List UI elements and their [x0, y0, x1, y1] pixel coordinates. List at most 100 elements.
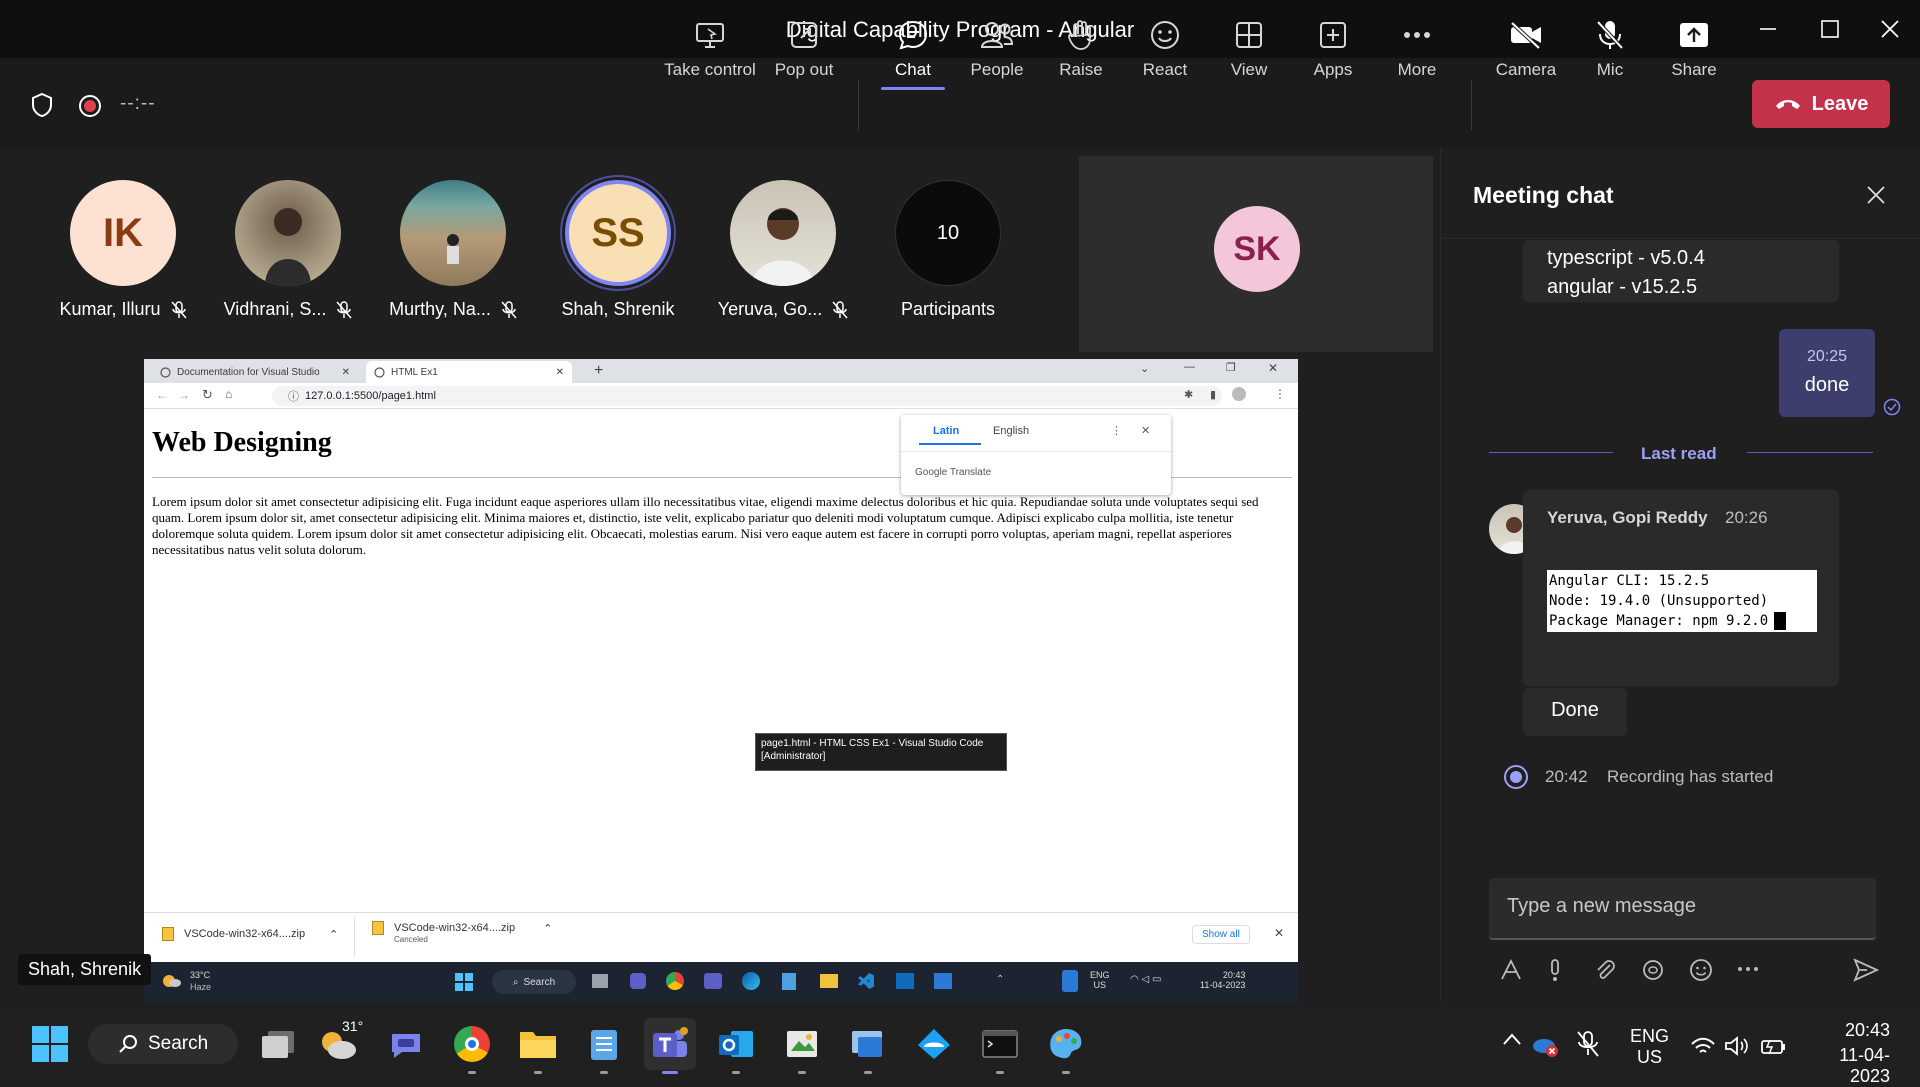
participant-tile[interactable]: Murthy, Na...: [378, 180, 528, 320]
close-tab-icon[interactable]: ✕: [342, 367, 350, 378]
chrome-icon[interactable]: [446, 1018, 498, 1074]
self-video-tile[interactable]: SK: [1079, 156, 1433, 352]
task-view-icon[interactable]: [592, 974, 608, 988]
translate-tab-english[interactable]: English: [993, 425, 1029, 437]
participant-tile[interactable]: Vidhrani, S...: [213, 180, 363, 320]
notepad-icon[interactable]: [782, 973, 796, 990]
chat-button[interactable]: Chat: [871, 16, 955, 90]
leave-button[interactable]: Leave: [1752, 80, 1890, 128]
emoji-icon[interactable]: [1689, 958, 1713, 982]
outlook-icon[interactable]: [896, 973, 914, 989]
participant-tile[interactable]: IK Kumar, Illuru: [48, 180, 198, 320]
volume-icon[interactable]: [1724, 1036, 1750, 1056]
windows-start-icon[interactable]: [455, 973, 473, 991]
priority-icon[interactable]: [1547, 958, 1563, 982]
chrome-icon[interactable]: [666, 972, 684, 990]
teams-chat-icon[interactable]: [630, 973, 646, 989]
edge-icon[interactable]: [742, 972, 760, 990]
close-tab-icon[interactable]: ✕: [556, 367, 564, 378]
message-input[interactable]: Type a new message: [1489, 878, 1876, 940]
take-control-button[interactable]: Take control: [664, 16, 756, 86]
notepad-icon[interactable]: [578, 1018, 630, 1074]
send-icon[interactable]: [1853, 958, 1879, 982]
people-button[interactable]: People: [955, 16, 1039, 86]
close-chat-icon[interactable]: [1867, 186, 1885, 204]
mic-tray-icon[interactable]: [1062, 970, 1078, 992]
browser-menu-icon[interactable]: ⋮: [1274, 387, 1286, 401]
outlook-icon[interactable]: [710, 1018, 762, 1074]
mic-button[interactable]: Mic: [1568, 16, 1652, 86]
taskbar-search[interactable]: ⌕ Search: [492, 970, 576, 994]
url-input[interactable]: ⓘ 127.0.0.1:5500/page1.html: [272, 386, 1222, 406]
task-view-icon[interactable]: [252, 1018, 304, 1070]
react-button[interactable]: React: [1123, 16, 1207, 86]
wifi-icon[interactable]: [1690, 1036, 1716, 1056]
remote-desktop-icon[interactable]: [842, 1018, 894, 1074]
teams-icon[interactable]: [704, 973, 722, 989]
participant-tile-speaking[interactable]: SS Shah, Shrenik: [543, 180, 693, 320]
language-indicator[interactable]: ENG US: [1630, 1026, 1669, 1068]
side-panel-icon[interactable]: ▮: [1210, 388, 1216, 401]
camera-button[interactable]: Camera: [1484, 16, 1568, 86]
language-indicator[interactable]: ENG US: [1090, 970, 1110, 990]
mic-muted-tray-icon[interactable]: [1576, 1030, 1600, 1058]
show-all-button[interactable]: Show all: [1192, 925, 1250, 944]
apps-button[interactable]: Apps: [1291, 16, 1375, 86]
download-item[interactable]: VSCode-win32-x64....zip ⌃ Canceled: [372, 921, 552, 944]
remote-app-icon[interactable]: [934, 973, 952, 989]
more-button[interactable]: More: [1375, 16, 1459, 86]
maximize-button[interactable]: [1810, 12, 1850, 46]
taskbar-search-box[interactable]: Search: [88, 1024, 238, 1064]
battery-icon[interactable]: [1760, 1036, 1788, 1056]
browser-close-icon[interactable]: ✕: [1268, 361, 1278, 375]
translate-tab-latin[interactable]: Latin: [933, 425, 959, 437]
forward-icon[interactable]: →: [178, 388, 190, 402]
share-button[interactable]: Share: [1652, 16, 1736, 86]
vscode-icon[interactable]: [858, 973, 874, 989]
chevron-up-icon[interactable]: ⌃: [543, 922, 552, 935]
chevron-up-icon[interactable]: ⌃: [329, 928, 338, 941]
browser-tab[interactable]: Documentation for Visual Studio ✕: [152, 361, 358, 383]
windows-start-button[interactable]: [24, 1018, 76, 1070]
close-window-button[interactable]: [1870, 12, 1910, 46]
reload-icon[interactable]: ↻: [202, 387, 213, 403]
show-hidden-icons[interactable]: [1502, 1032, 1522, 1046]
participants-count-tile[interactable]: 10 Participants: [873, 180, 1023, 320]
home-icon[interactable]: ⌂: [225, 387, 232, 401]
format-icon[interactable]: [1499, 958, 1523, 982]
photos-app-icon[interactable]: [776, 1018, 828, 1074]
browser-restore-icon[interactable]: ❐: [1226, 361, 1236, 374]
teams-chat-icon[interactable]: [380, 1018, 432, 1070]
minimize-button[interactable]: [1748, 12, 1788, 46]
view-button[interactable]: View: [1207, 16, 1291, 86]
show-hidden-icons[interactable]: ⌃: [996, 974, 1004, 985]
tab-search-icon[interactable]: ⌄: [1140, 362, 1149, 375]
cloud-app-icon[interactable]: [908, 1018, 960, 1070]
translate-menu-icon[interactable]: ⋮: [1111, 424, 1122, 437]
clock[interactable]: 20:43 11-04-2023: [1812, 1020, 1890, 1087]
shield-icon[interactable]: [30, 92, 54, 118]
raise-hand-button[interactable]: Raise: [1039, 16, 1123, 86]
extensions-icon[interactable]: ✱: [1184, 388, 1193, 401]
loop-component-icon[interactable]: [1641, 958, 1665, 982]
file-explorer-icon[interactable]: [512, 1018, 564, 1074]
terminal-icon[interactable]: [974, 1018, 1026, 1074]
onedrive-error-icon[interactable]: [1532, 1036, 1558, 1058]
browser-tab-active[interactable]: HTML Ex1 ✕: [366, 361, 572, 383]
new-tab-icon[interactable]: +: [594, 362, 603, 380]
file-explorer-icon[interactable]: [820, 974, 838, 988]
network-volume-battery-icons[interactable]: ◠ ◁ ▭: [1130, 974, 1161, 985]
profile-icon[interactable]: [1232, 387, 1246, 401]
attach-icon[interactable]: [1593, 958, 1617, 982]
close-downloads-icon[interactable]: ✕: [1274, 926, 1284, 940]
clock[interactable]: 20:43 11-04-2023: [1200, 970, 1245, 990]
download-item[interactable]: VSCode-win32-x64....zip ⌃: [162, 927, 338, 941]
more-options-icon[interactable]: [1737, 966, 1759, 972]
participant-tile[interactable]: Yeruva, Go...: [708, 180, 858, 320]
pop-out-button[interactable]: Pop out: [762, 16, 846, 86]
weather-widget[interactable]: 31°: [312, 1018, 364, 1070]
browser-minimize-icon[interactable]: —: [1184, 361, 1195, 373]
back-icon[interactable]: ←: [156, 388, 168, 402]
translate-close-icon[interactable]: ✕: [1141, 424, 1150, 437]
teams-app-icon[interactable]: [644, 1018, 696, 1074]
